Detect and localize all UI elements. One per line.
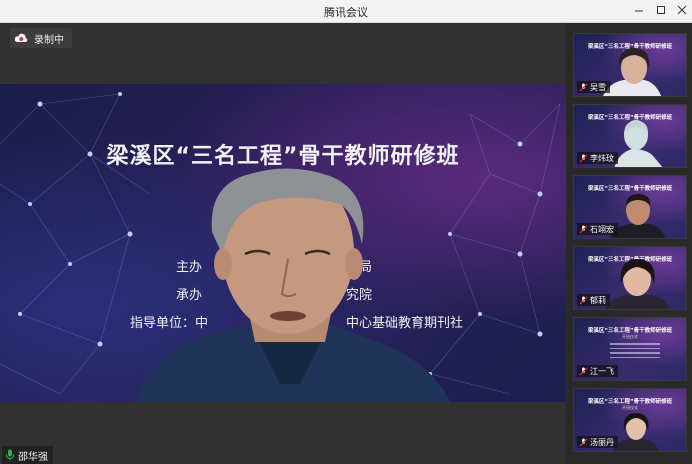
mic-muted-icon [579,224,588,234]
participant-tile[interactable]: 梁溪区“三名工程”骨干教师研修班 李炜玟 [573,104,687,168]
active-speaker-label: 邵华强 [2,446,53,464]
participant-tile[interactable]: 梁溪区“三名工程”骨干教师研修班 开班仪式 江一飞 [573,317,687,381]
thumb-slide-text [610,343,660,361]
participant-nameplate: 吴雪 [577,81,610,93]
participant-name: 石翊宏 [590,224,614,234]
maximize-icon [657,6,665,14]
close-icon [677,5,687,15]
participant-tile[interactable]: 梁溪区“三名工程”骨干教师研修班 石翊宏 [573,175,687,239]
title-bar: 腾讯会议 [0,0,692,23]
participant-nameplate: 江一飞 [577,365,618,377]
minimize-button[interactable] [628,2,650,20]
cloud-record-icon [14,33,28,42]
participant-nameplate: 郁莉 [577,294,610,306]
thumb-slide-subtitle: 开班仪式 [622,334,638,339]
participant-name: 郁莉 [590,295,606,305]
shared-slide: 梁溪区“三名工程”骨干教师研修班 主办 育局 承办 究院 指导单位：中 中心基础… [0,84,566,402]
participant-tile[interactable]: 梁溪区“三名工程”骨干教师研修班 郁莉 [573,246,687,310]
recording-indicator[interactable]: 录制中 [10,28,72,48]
minimize-icon [635,10,643,12]
participant-nameplate: 李炜玟 [577,152,618,164]
mic-muted-icon [579,82,588,92]
microphone-icon [6,449,14,461]
participant-name: 吴雪 [590,82,606,92]
maximize-button[interactable] [650,2,672,20]
thumb-slide-title: 梁溪区“三名工程”骨干教师研修班 [587,328,673,334]
mic-muted-icon [579,295,588,305]
participant-tile[interactable]: 梁溪区“三名工程”骨干教师研修班 开班仪式 汤丽丹 [573,388,687,452]
speaker-video [135,168,450,402]
window-title: 腾讯会议 [324,6,368,19]
participant-nameplate: 汤丽丹 [577,436,618,448]
mic-muted-icon [579,153,588,163]
mic-muted-icon [579,366,588,376]
participant-name: 李炜玟 [590,153,614,163]
participant-tile[interactable]: 梁溪区“三名工程”骨干教师研修班 开班仪式 吴雪 [573,33,687,97]
recording-label: 录制中 [34,34,64,46]
mic-muted-icon [579,437,588,447]
speaker-name: 邵华强 [18,451,48,463]
close-button[interactable] [671,2,692,20]
participant-name: 汤丽丹 [590,437,614,447]
participant-name: 江一飞 [590,366,614,376]
participant-nameplate: 石翊宏 [577,223,618,235]
